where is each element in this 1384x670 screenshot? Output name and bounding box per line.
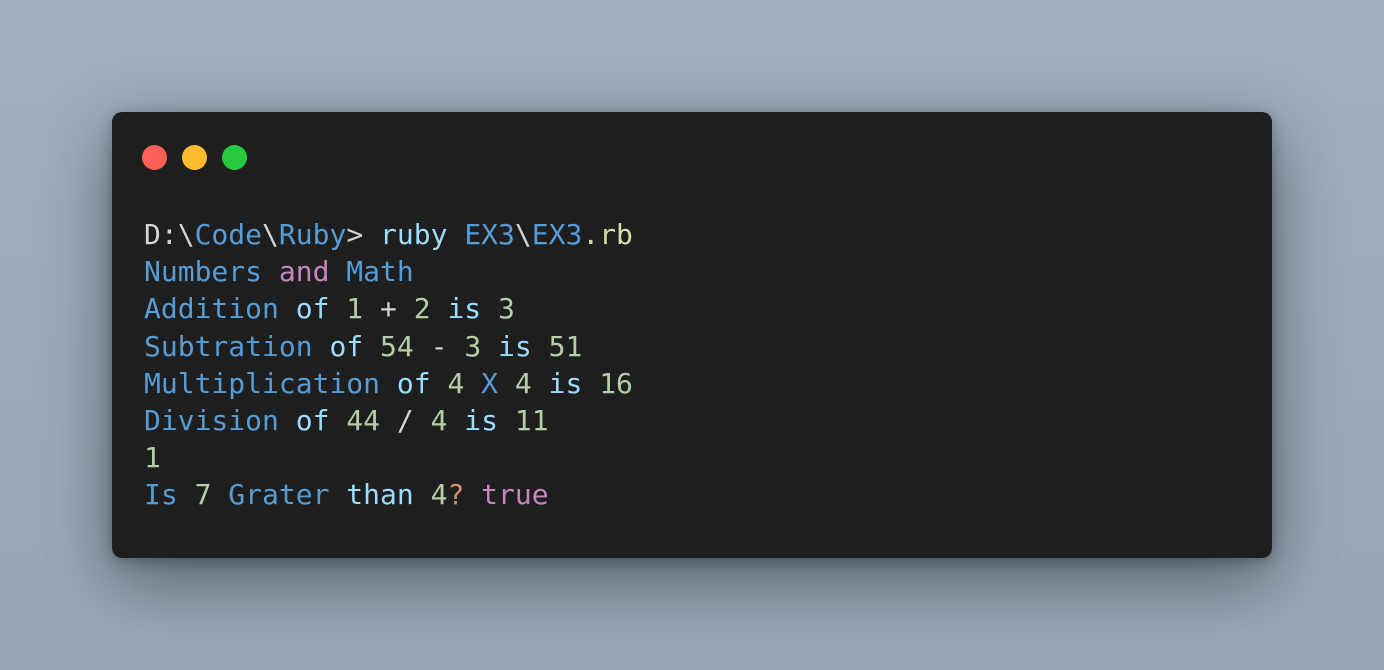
terminal-token: - [413, 329, 465, 363]
terminal-line: Addition of 1 + 2 is 3 [144, 290, 633, 327]
terminal-token: / [380, 403, 431, 437]
terminal-token: Grater [211, 478, 347, 512]
terminal-token: 16 [599, 366, 633, 400]
terminal-token: 51 [548, 329, 583, 363]
terminal-token: of [396, 366, 448, 400]
terminal-token: is [531, 366, 600, 400]
terminal-token: Is [144, 478, 195, 512]
terminal-token: Math [329, 255, 414, 289]
terminal-token: D: [144, 218, 178, 251]
terminal-token: Code [194, 218, 263, 251]
terminal-token: 44 [346, 403, 381, 437]
terminal-token: 4 [430, 403, 448, 437]
terminal-token: \ [262, 218, 279, 251]
terminal-token: 3 [498, 292, 515, 326]
terminal-token: .rb [582, 218, 633, 251]
terminal-token: is [447, 403, 515, 437]
terminal-token: 7 [194, 478, 212, 512]
maximize-window-button[interactable] [222, 145, 247, 170]
terminal-token: than [346, 478, 431, 512]
terminal-token: Multiplication [144, 366, 397, 400]
terminal-token: is [430, 292, 499, 326]
terminal-token: > [346, 218, 381, 251]
minimize-window-button[interactable] [182, 145, 207, 170]
terminal-token: EX3 [531, 218, 583, 251]
terminal-line: Division of 44 / 4 is 11 [144, 402, 633, 439]
terminal-line: Numbers and Math [144, 253, 633, 290]
terminal-token: 1 [346, 292, 364, 326]
terminal-token: \ [514, 218, 532, 251]
terminal-line: 1 [144, 439, 633, 476]
terminal-token: is [481, 329, 549, 363]
terminal-line: Multiplication of 4 X 4 is 16 [144, 365, 633, 402]
terminal-token: 4 [447, 366, 465, 400]
terminal-token: 1 [144, 441, 161, 475]
terminal-token: 4 [514, 366, 532, 400]
terminal-token: of [295, 292, 347, 326]
terminal-token: 54 [380, 329, 414, 363]
terminal-token: 11 [514, 403, 549, 437]
terminal-line: Is 7 Grater than 4? true [144, 476, 633, 513]
terminal-token: 4 [430, 478, 448, 512]
terminal-token: true [481, 478, 549, 512]
terminal-token: 2 [413, 292, 431, 326]
terminal-token: ruby [380, 218, 465, 251]
terminal-token: \ [177, 218, 195, 251]
terminal-line: Subtration of 54 - 3 is 51 [144, 328, 633, 365]
terminal-window: D:\Code\Ruby> ruby EX3\EX3.rb Numbers and… [112, 112, 1272, 558]
terminal-token: Numbers [144, 255, 279, 289]
terminal-token: of [329, 329, 381, 363]
terminal-output: D:\Code\Ruby> ruby EX3\EX3.rb Numbers and… [144, 216, 633, 514]
terminal-token: Subtration [144, 329, 330, 363]
terminal-token: of [295, 403, 347, 437]
terminal-token: + [363, 292, 414, 326]
terminal-token: X [464, 366, 515, 400]
terminal-token: EX3 [464, 218, 515, 251]
terminal-token: ? [447, 478, 465, 512]
terminal-token: Addition [144, 292, 296, 326]
terminal-token: and [278, 255, 330, 289]
close-window-button[interactable] [142, 145, 167, 170]
terminal-token: 3 [464, 329, 482, 363]
terminal-line: D:\Code\Ruby> ruby EX3\EX3.rb [144, 216, 633, 253]
terminal-token: Ruby [278, 218, 347, 251]
terminal-token: Division [144, 403, 296, 437]
